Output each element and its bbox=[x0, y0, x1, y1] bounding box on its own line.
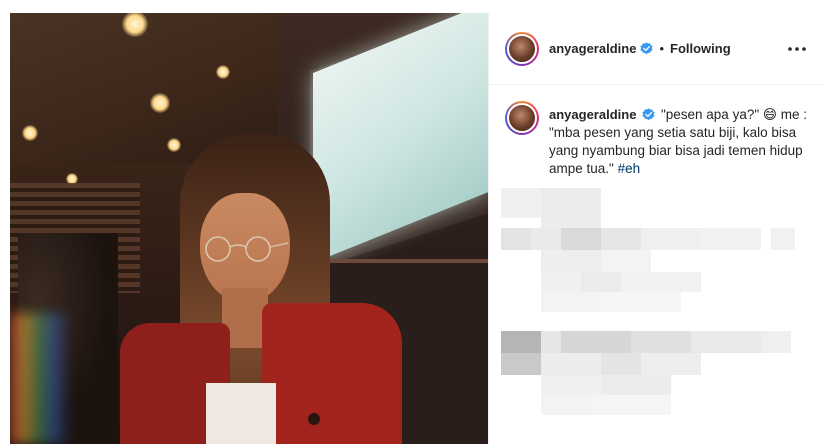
blur-pixel bbox=[701, 228, 761, 250]
blur-pixel bbox=[541, 375, 601, 395]
blur-pixel bbox=[501, 228, 531, 250]
blur-pixel bbox=[501, 331, 541, 353]
post-sidebar: anyageraldine • Following anyageraldine bbox=[488, 13, 823, 444]
caption-username-link[interactable]: anyageraldine bbox=[549, 107, 636, 122]
ceiling-light bbox=[167, 138, 181, 152]
more-options-icon[interactable] bbox=[785, 37, 809, 61]
blur-pixel bbox=[561, 228, 601, 250]
blur-pixel bbox=[501, 188, 541, 218]
verified-badge-icon bbox=[640, 42, 654, 55]
blur-pixel bbox=[691, 331, 761, 353]
blur-pixel bbox=[541, 395, 591, 415]
blur-pixel bbox=[601, 228, 641, 250]
blur-pixel bbox=[641, 228, 701, 250]
username-link[interactable]: anyageraldine bbox=[549, 41, 636, 56]
blur-pixel bbox=[541, 292, 601, 312]
blur-pixel bbox=[631, 331, 691, 353]
avatar-image bbox=[507, 34, 537, 64]
caption-text: anyageraldine "pesen apa ya?" 😄 me : "mb… bbox=[549, 106, 809, 178]
blur-pixel bbox=[561, 331, 631, 353]
blur-pixel bbox=[761, 331, 791, 353]
blur-pixel bbox=[771, 228, 795, 250]
post-photo[interactable] bbox=[10, 13, 488, 444]
separator-dot: • bbox=[659, 41, 664, 56]
blur-pixel bbox=[531, 228, 561, 250]
blur-pixel bbox=[601, 292, 681, 312]
person-top bbox=[206, 383, 276, 444]
blur-pixel bbox=[601, 375, 671, 395]
avatar[interactable] bbox=[505, 32, 539, 66]
person-jacket-right bbox=[262, 303, 402, 444]
blur-pixel bbox=[501, 353, 541, 375]
glasses-shape bbox=[205, 236, 289, 262]
blur-pixel bbox=[591, 395, 671, 415]
ceiling-light bbox=[216, 65, 230, 79]
jacket-button bbox=[308, 413, 320, 425]
blur-pixel bbox=[621, 272, 701, 292]
post-header: anyageraldine • Following bbox=[489, 13, 823, 85]
hashtag-link[interactable]: #eh bbox=[618, 161, 641, 176]
header-user-row: anyageraldine • Following bbox=[549, 41, 731, 56]
blur-pixel bbox=[541, 353, 601, 375]
avatar-image bbox=[507, 103, 537, 133]
ceiling-light bbox=[22, 125, 38, 141]
following-button[interactable]: Following bbox=[670, 41, 731, 56]
blur-pixel bbox=[601, 353, 641, 375]
instagram-post-frame: anyageraldine • Following anyageraldine bbox=[0, 0, 830, 444]
avatar[interactable] bbox=[505, 101, 539, 135]
blur-pixel bbox=[541, 272, 581, 292]
blur-pixel bbox=[641, 353, 701, 375]
blur-pixel bbox=[601, 250, 651, 272]
blur-pixel bbox=[541, 188, 601, 228]
ceiling-light bbox=[150, 93, 170, 113]
blur-pixel bbox=[541, 250, 601, 272]
lens-flare bbox=[10, 313, 70, 444]
verified-badge-icon bbox=[642, 108, 655, 121]
blur-pixel bbox=[581, 272, 621, 292]
